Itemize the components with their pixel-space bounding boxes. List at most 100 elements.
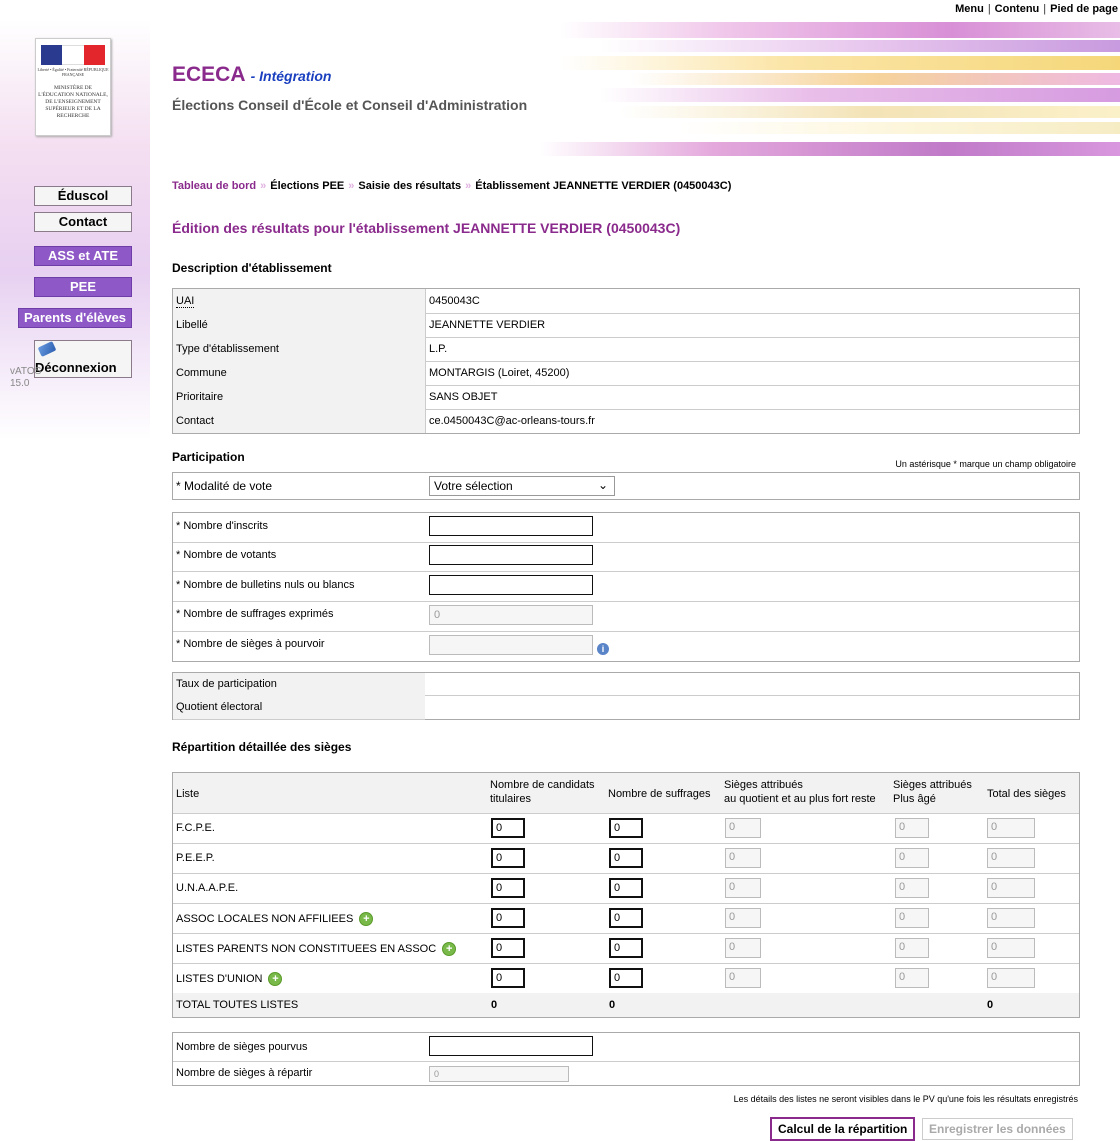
- votants-input[interactable]: [429, 545, 593, 565]
- candidats-input[interactable]: 0: [491, 938, 525, 958]
- enregistrer-button[interactable]: Enregistrer les données: [922, 1118, 1073, 1140]
- breadcrumb-elections[interactable]: Élections PEE: [270, 180, 344, 192]
- quotient-output: 0: [725, 938, 761, 958]
- plus-age-output: 0: [895, 848, 929, 868]
- list-name: LISTES D'UNION +: [176, 972, 283, 986]
- nav-pee[interactable]: PEE: [34, 277, 132, 297]
- list-row: ASSOC LOCALES NON AFFILIEES + 0 0 0 0 0: [173, 903, 1079, 934]
- logout-label: Déconnexion: [35, 360, 117, 375]
- participation-heading: Participation: [172, 450, 245, 464]
- link-pied-de-page[interactable]: Pied de page: [1050, 3, 1118, 15]
- nav-parents-eleves[interactable]: Parents d'élèves: [18, 308, 132, 328]
- suffrages-input[interactable]: 0: [609, 938, 643, 958]
- desc-label: Prioritaire: [176, 391, 224, 403]
- logo-republic-text: Liberté • Égalité • Fraternité RÉPUBLIQU…: [37, 67, 109, 77]
- desc-value: MONTARGIS (Loiret, 45200): [429, 367, 570, 379]
- modalite-label: * Modalité de vote: [176, 479, 273, 493]
- app-title: ECECA - Intégration: [172, 63, 332, 86]
- desc-row: UAI 0450043C: [173, 289, 1079, 314]
- desc-row: Type d'établissement L.P.: [173, 337, 1079, 362]
- inscrits-label: * Nombre d'inscrits: [176, 520, 268, 532]
- desc-label: UAI: [176, 295, 195, 308]
- info-icon[interactable]: i: [597, 643, 609, 655]
- list-row: F.C.P.E. 0 0 0 0 0: [173, 813, 1079, 844]
- repartition-table: Liste Nombre de candidats titulaires Nomb…: [172, 772, 1080, 1018]
- plus-age-output: 0: [895, 878, 929, 898]
- quotient-output: 0: [725, 818, 761, 838]
- inscrits-input[interactable]: [429, 516, 593, 536]
- desc-value: ce.0450043C@ac-orleans-tours.fr: [429, 415, 595, 427]
- breadcrumb-dashboard[interactable]: Tableau de bord: [172, 180, 256, 192]
- list-name: U.N.A.A.P.E.: [176, 882, 239, 894]
- desc-label: Libellé: [176, 319, 208, 331]
- skip-links: Menu | Contenu | Pied de page: [955, 3, 1118, 15]
- add-list-icon[interactable]: +: [268, 972, 283, 986]
- logout-button[interactable]: Déconnexion: [34, 340, 132, 378]
- candidats-input[interactable]: 0: [491, 818, 525, 838]
- pourvus-table: Nombre de sièges pourvus Nombre de siège…: [172, 1032, 1080, 1086]
- quotient-output: 0: [725, 908, 761, 928]
- suffrages-input[interactable]: 0: [609, 848, 643, 868]
- list-row: U.N.A.A.P.E. 0 0 0 0 0: [173, 873, 1079, 904]
- breadcrumb-saisie[interactable]: Saisie des résultats: [358, 180, 461, 192]
- env-label: - Intégration: [250, 68, 332, 84]
- exprimes-label: * Nombre de suffrages exprimés: [176, 608, 334, 620]
- plus-age-output: 0: [895, 968, 929, 988]
- nav-ass-ate[interactable]: ASS et ATE: [34, 246, 132, 266]
- candidats-input[interactable]: 0: [491, 908, 525, 928]
- total-row: TOTAL TOUTES LISTES 0 0 0: [173, 993, 1079, 1017]
- version-info: vATOS 15.0: [10, 366, 42, 389]
- link-contenu[interactable]: Contenu: [995, 3, 1040, 15]
- col-suffrages: Nombre de suffrages: [608, 788, 711, 800]
- required-note: Un astérisque * marque un champ obligato…: [895, 459, 1076, 469]
- desc-value: SANS OBJET: [429, 391, 498, 403]
- breadcrumb: Tableau de bord» Élections PEE» Saisie des…: [172, 180, 732, 192]
- suffrages-input[interactable]: 0: [609, 818, 643, 838]
- total-output: 0: [987, 848, 1035, 868]
- total-cand: 0: [491, 999, 498, 1011]
- nuls-input[interactable]: [429, 575, 593, 595]
- suffrages-input[interactable]: 0: [609, 878, 643, 898]
- desc-label: Contact: [176, 415, 214, 427]
- calcul-repartition-button[interactable]: Calcul de la répartition: [770, 1117, 916, 1141]
- total-output: 0: [987, 968, 1035, 988]
- list-name: LISTES PARENTS NON CONSTITUEES EN ASSOC +: [176, 942, 457, 956]
- add-list-icon[interactable]: +: [442, 942, 457, 956]
- col-candidats: Nombre de candidats titulaires: [490, 779, 595, 805]
- col-plus-age: Sièges attribués Plus âgé: [893, 779, 972, 805]
- desc-value: L.P.: [429, 343, 448, 355]
- col-liste: Liste: [176, 788, 200, 800]
- breadcrumb-current: Établissement JEANNETTE VERDIER (0450043…: [475, 180, 732, 192]
- list-row: P.E.E.P. 0 0 0 0 0: [173, 843, 1079, 874]
- suffrages-input[interactable]: 0: [609, 908, 643, 928]
- modalite-select[interactable]: Votre sélection ⌄: [429, 476, 615, 496]
- pourvus-input[interactable]: [429, 1036, 593, 1056]
- plus-age-output: 0: [895, 908, 929, 928]
- total-output: 0: [987, 818, 1035, 838]
- list-name: F.C.P.E.: [176, 822, 215, 834]
- total-output: 0: [987, 878, 1035, 898]
- suffrages-input[interactable]: 0: [609, 968, 643, 988]
- modalite-table: * Modalité de vote Votre sélection ⌄: [172, 472, 1080, 500]
- nav-eduscol[interactable]: Éduscol: [34, 186, 132, 206]
- desc-label: Type d'établissement: [176, 343, 279, 355]
- candidats-input[interactable]: 0: [491, 878, 525, 898]
- ministry-logo: Liberté • Égalité • Fraternité RÉPUBLIQU…: [35, 38, 111, 136]
- candidats-input[interactable]: 0: [491, 848, 525, 868]
- votants-label: * Nombre de votants: [176, 549, 277, 561]
- total-suff: 0: [609, 999, 616, 1011]
- nav-contact[interactable]: Contact: [34, 212, 132, 232]
- total-label: TOTAL TOUTES LISTES: [176, 999, 299, 1011]
- list-row: LISTES D'UNION + 0 0 0 0 0: [173, 963, 1079, 994]
- add-list-icon[interactable]: +: [359, 912, 374, 926]
- candidats-input[interactable]: 0: [491, 968, 525, 988]
- desc-row: Prioritaire SANS OBJET: [173, 385, 1079, 410]
- plus-age-output: 0: [895, 818, 929, 838]
- plug-icon: [37, 341, 57, 357]
- desc-value: JEANNETTE VERDIER: [429, 319, 546, 331]
- quotient-output: 0: [725, 968, 761, 988]
- desc-value: 0450043C: [429, 295, 480, 307]
- total-total: 0: [987, 999, 994, 1011]
- repartition-heading: Répartition détaillée des sièges: [172, 740, 352, 754]
- link-menu[interactable]: Menu: [955, 3, 984, 15]
